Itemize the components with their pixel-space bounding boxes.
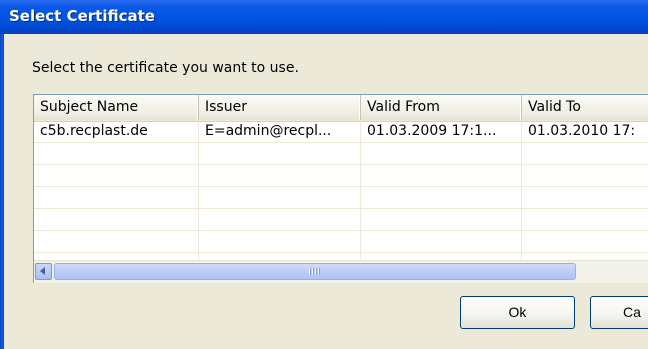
cell-subject-name: c5b.recplast.de [40,123,148,139]
scroll-left-arrow-icon [40,267,45,275]
scroll-thumb[interactable] [54,263,576,280]
cell-issuer: E=admin@recpl... [205,123,332,139]
list-header: Subject Name Issuer Valid From Valid To [34,95,648,122]
table-row[interactable]: c5b.recplast.de E=admin@recpl... 01.03.2… [34,121,648,143]
column-header-valid-from[interactable]: Valid From [361,95,522,120]
cancel-button[interactable]: Ca [590,296,648,329]
scroll-left-button[interactable] [35,263,52,280]
empty-row [34,209,648,231]
window-title: Select Certificate [9,7,155,25]
empty-row [34,231,648,253]
certificate-list[interactable]: Subject Name Issuer Valid From Valid To … [33,94,648,283]
ok-button[interactable]: Ok [460,296,575,329]
empty-row [34,143,648,165]
column-header-subject-name[interactable]: Subject Name [34,95,199,120]
cell-valid-from: 01.03.2009 17:1... [367,123,497,139]
title-bar[interactable]: Select Certificate [0,0,648,34]
select-certificate-dialog: Select Certificate Select the certificat… [0,0,648,349]
cell-valid-to: 01.03.2010 17: [528,123,636,139]
horizontal-scrollbar[interactable] [34,260,648,283]
scroll-grip-icon [309,268,321,275]
empty-row [34,187,648,209]
column-header-issuer[interactable]: Issuer [199,95,361,120]
instruction-text: Select the certificate you want to use. [32,60,299,76]
empty-row [34,165,648,187]
column-header-valid-to[interactable]: Valid To [522,95,648,120]
window-left-border [0,34,4,349]
